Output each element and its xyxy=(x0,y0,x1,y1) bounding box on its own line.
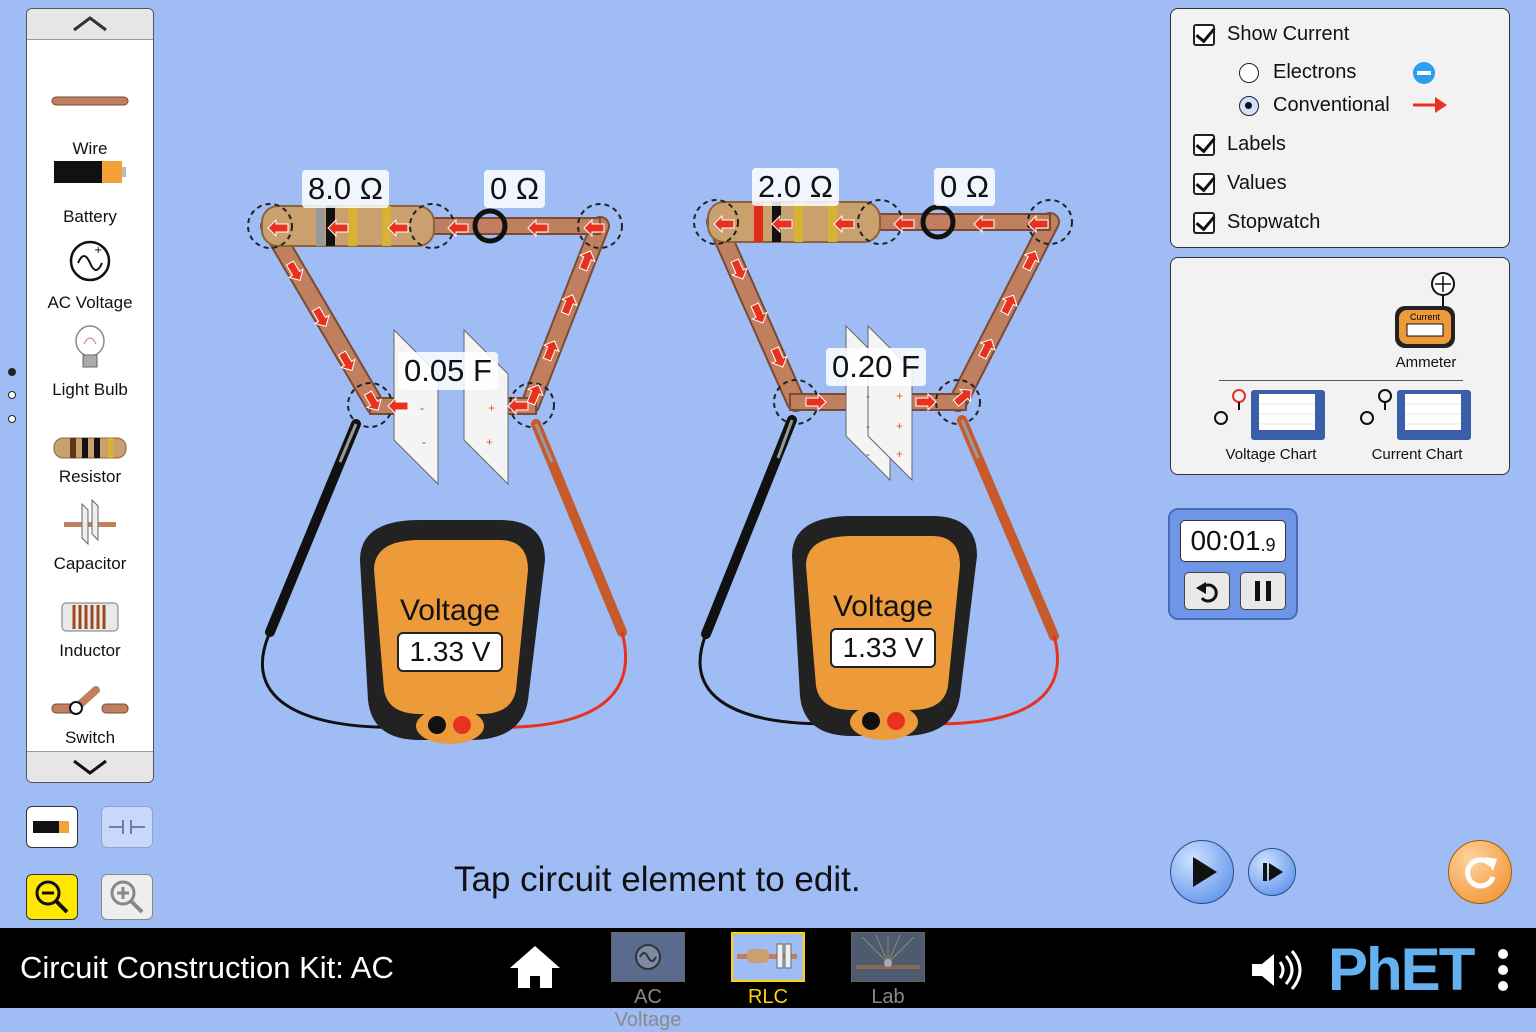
tab-rlc[interactable]: RLC xyxy=(722,930,814,1008)
svg-text:+: + xyxy=(488,401,495,415)
voltage-chart-tool[interactable]: Voltage Chart xyxy=(1211,388,1331,468)
conventional-radio[interactable]: Conventional xyxy=(1239,94,1390,117)
ammeter-label: Ammeter xyxy=(1395,354,1457,371)
voltmeter-2-title: Voltage xyxy=(832,590,934,623)
values-checkbox[interactable]: Values xyxy=(1193,172,1287,195)
radio-selected-icon xyxy=(1239,95,1259,116)
values-label: Values xyxy=(1227,172,1287,194)
edit-hint-text: Tap circuit element to edit. xyxy=(454,860,861,899)
undo-icon xyxy=(1196,582,1218,603)
svg-text:+: + xyxy=(896,389,903,403)
divider xyxy=(1219,380,1463,381)
voltage-chart-icon xyxy=(1214,389,1325,440)
ac-voltage-screen-thumbnail xyxy=(611,932,685,982)
step-forward-button[interactable] xyxy=(1248,848,1296,896)
capacitor-0-05F[interactable]: - - + + xyxy=(393,328,509,486)
svg-text:-: - xyxy=(866,447,870,461)
play-button[interactable] xyxy=(1170,840,1234,904)
checkbox-checked-icon xyxy=(1193,23,1215,46)
electrons-label: Electrons xyxy=(1273,61,1357,83)
svg-text:Current: Current xyxy=(1410,312,1441,322)
tab-lab[interactable]: Lab xyxy=(842,930,934,1008)
home-icon xyxy=(510,946,560,988)
ammeter-icon: Current xyxy=(1395,272,1455,348)
stopwatch-label: Stopwatch xyxy=(1227,211,1321,233)
voltmeter-1-reading: 1.33 V xyxy=(397,632,503,672)
radio-unselected-icon xyxy=(1239,62,1259,83)
svg-text:+: + xyxy=(896,419,903,433)
play-icon xyxy=(1193,857,1217,887)
stopwatch[interactable]: 00:01.9 xyxy=(1168,508,1298,620)
voltmeter-1-title: Voltage xyxy=(399,594,501,627)
checkbox-checked-icon xyxy=(1193,133,1215,156)
more-vertical-icon xyxy=(1498,949,1508,991)
current-chart-icon xyxy=(1360,389,1471,440)
checkbox-checked-icon xyxy=(1193,172,1215,195)
electron-icon xyxy=(1413,62,1435,84)
reset-all-button[interactable] xyxy=(1448,840,1512,904)
labels-checkbox[interactable]: Labels xyxy=(1193,133,1286,156)
current-chart-label: Current Chart xyxy=(1371,446,1463,463)
svg-text:-: - xyxy=(420,401,424,415)
tab-ac-voltage-label: AC Voltage xyxy=(614,986,682,1031)
show-current-checkbox[interactable]: Show Current xyxy=(1193,23,1349,46)
labels-label: Labels xyxy=(1227,133,1286,155)
svg-text:+: + xyxy=(486,435,493,449)
stopwatch-checkbox[interactable]: Stopwatch xyxy=(1193,211,1320,234)
sensor-toolbox-panel: Current Ammeter Voltage Chart Current Ch… xyxy=(1170,257,1510,475)
capacitor-0-20F[interactable]: - - - + + + xyxy=(845,324,913,482)
voltmeter-2-reading: 1.33 V xyxy=(830,628,936,668)
step-forward-icon xyxy=(1263,863,1283,881)
svg-text:+: + xyxy=(896,447,903,461)
rlc-screen-thumbnail xyxy=(731,932,805,982)
app-title: Circuit Construction Kit: AC xyxy=(20,950,394,985)
tab-rlc-label: RLC xyxy=(747,986,788,1008)
tab-lab-label: Lab xyxy=(871,986,905,1008)
svg-text:-: - xyxy=(422,435,426,449)
checkbox-checked-icon xyxy=(1193,211,1215,234)
stopwatch-reset-button[interactable] xyxy=(1184,572,1230,610)
home-button[interactable] xyxy=(508,944,562,995)
lab-screen-thumbnail xyxy=(851,932,925,982)
conventional-label: Conventional xyxy=(1273,94,1390,116)
navigation-bar: Circuit Construction Kit: AC AC Voltage … xyxy=(0,928,1536,1031)
phet-logo[interactable]: PhET xyxy=(1328,938,1475,1002)
current-chart-tool[interactable]: Current Chart xyxy=(1357,388,1477,468)
display-options-panel: Show Current Electrons Conventional Labe… xyxy=(1170,8,1510,248)
sound-toggle-button[interactable] xyxy=(1250,950,1306,995)
voltage-chart-label: Voltage Chart xyxy=(1225,446,1317,463)
svg-text:-: - xyxy=(866,419,870,433)
pause-icon xyxy=(1255,581,1271,601)
ammeter-tool[interactable]: Current Ammeter xyxy=(1389,270,1463,371)
stopwatch-time-fraction: .9 xyxy=(1260,534,1276,555)
stopwatch-time: 00:01 xyxy=(1190,525,1261,556)
speaker-icon xyxy=(1252,950,1302,990)
stopwatch-pause-button[interactable] xyxy=(1240,572,1286,610)
show-current-label: Show Current xyxy=(1227,23,1350,45)
stopwatch-display: 00:01.9 xyxy=(1180,520,1286,562)
svg-text:-: - xyxy=(866,389,870,403)
reset-icon xyxy=(1465,857,1497,889)
tab-ac-voltage[interactable]: AC Voltage xyxy=(602,930,694,1031)
conventional-arrow-icon xyxy=(1413,97,1447,113)
phet-menu-button[interactable] xyxy=(1496,948,1510,997)
electrons-radio[interactable]: Electrons xyxy=(1239,61,1356,84)
